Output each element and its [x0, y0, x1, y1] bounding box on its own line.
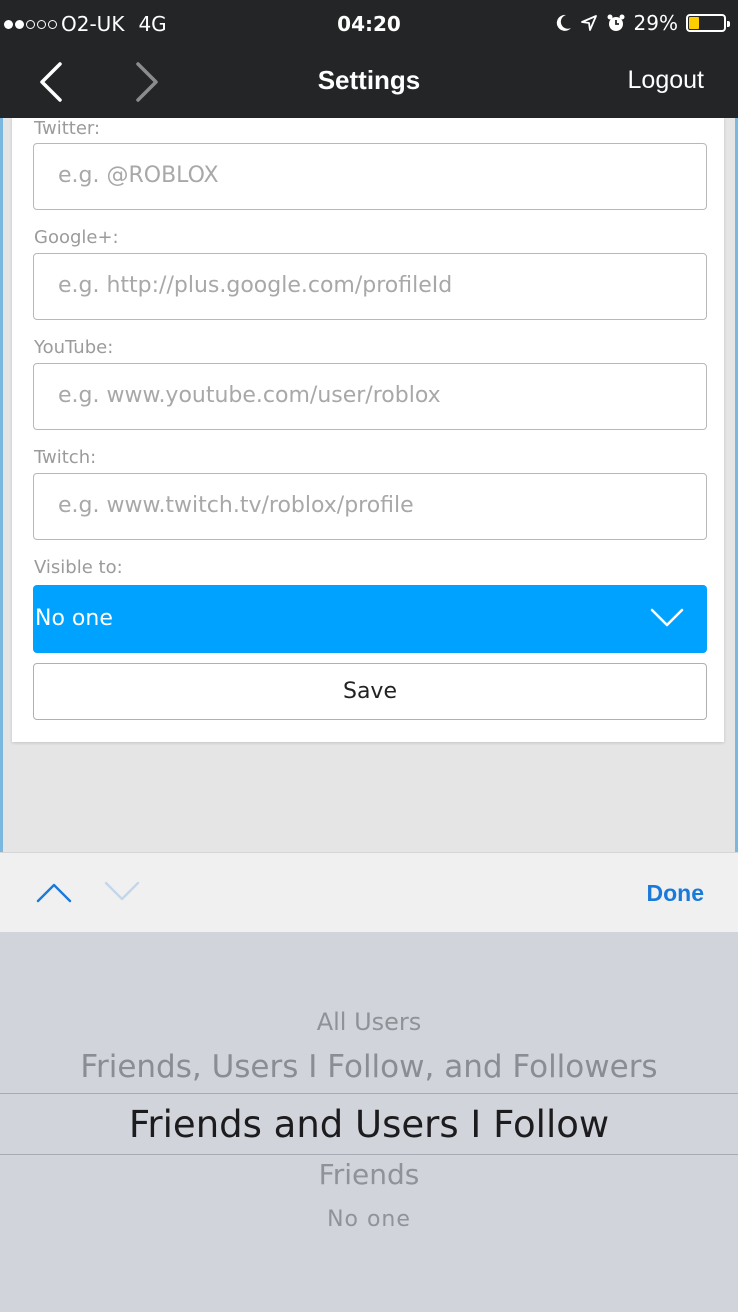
chevron-up-icon[interactable]: [36, 881, 72, 903]
chevron-down-icon: [650, 608, 684, 627]
visible-to-value: No one: [35, 606, 113, 631]
alarm-icon: [607, 14, 625, 31]
logout-button[interactable]: Logout: [628, 66, 704, 95]
google-plus-field[interactable]: e.g. http://plus.google.com/profileId: [33, 253, 707, 320]
moon-icon: [556, 14, 571, 31]
save-button[interactable]: Save: [33, 663, 707, 720]
picker-option[interactable]: Friends: [0, 1158, 738, 1191]
status-right: 29%: [556, 11, 730, 35]
youtube-label: YouTube:: [34, 337, 114, 358]
picker-option[interactable]: All Users: [0, 1008, 738, 1036]
status-bar: O2-UK 4G 04:20 29%: [0, 0, 738, 46]
location-arrow-icon: [580, 15, 597, 31]
visible-to-label: Visible to:: [34, 557, 123, 578]
social-settings-card: Twitter: e.g. @ROBLOX Google+: e.g. http…: [12, 118, 724, 742]
picker-option[interactable]: No one: [0, 1207, 738, 1232]
battery-fill: [689, 17, 699, 29]
nav-bar: Settings Logout: [0, 46, 738, 118]
battery-tip: [727, 21, 730, 27]
twitter-label: Twitter:: [34, 118, 101, 139]
twitch-field[interactable]: e.g. www.twitch.tv/roblox/profile: [33, 473, 707, 540]
done-button[interactable]: Done: [647, 880, 705, 907]
picker-selection-line-bottom: [0, 1154, 738, 1155]
youtube-field[interactable]: e.g. www.youtube.com/user/roblox: [33, 363, 707, 430]
google-plus-label: Google+:: [34, 227, 119, 248]
picker-selection-line-top: [0, 1093, 738, 1094]
picker-option-selected[interactable]: Friends and Users I Follow: [0, 1103, 738, 1146]
battery-percent: 29%: [633, 11, 678, 35]
twitter-field[interactable]: e.g. @ROBLOX: [33, 143, 707, 210]
chevron-down-icon[interactable]: [104, 881, 140, 903]
picker-option[interactable]: Friends, Users I Follow, and Followers: [0, 1049, 738, 1085]
picker-toolbar: Done: [0, 852, 738, 932]
battery-icon: [686, 14, 730, 32]
visibility-picker[interactable]: All Users Friends, Users I Follow, and F…: [0, 932, 738, 1312]
visible-to-select[interactable]: No one: [33, 585, 707, 653]
twitch-label: Twitch:: [34, 447, 97, 468]
